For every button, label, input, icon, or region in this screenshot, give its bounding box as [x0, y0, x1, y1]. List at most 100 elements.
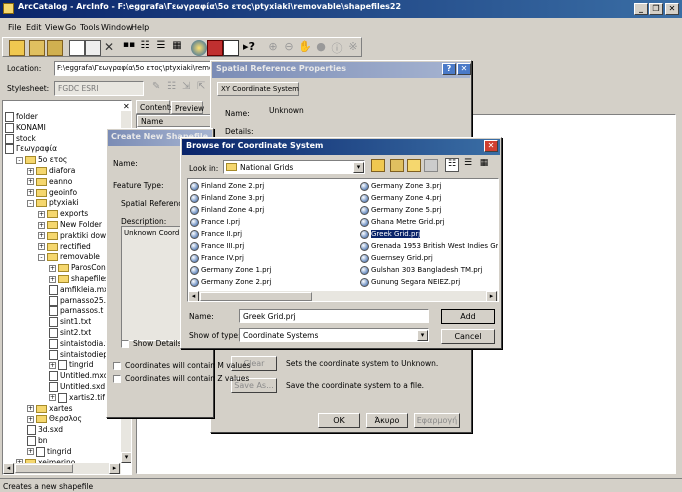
cs-coord-m[interactable]: Coordinates will contain M values	[113, 361, 251, 370]
tree-vscroll-down[interactable]: ▾	[121, 452, 131, 463]
cs-coord-z-checkbox[interactable]	[113, 375, 121, 383]
expand-icon[interactable]: +	[27, 415, 34, 423]
tab-preview[interactable]: Preview	[171, 101, 204, 114]
new-item-icon[interactable]	[424, 159, 438, 172]
file-list-hscroll[interactable]: ◂ ▸	[188, 291, 498, 301]
thumbnail-view-icon[interactable]: ▦	[477, 158, 491, 172]
tree-hscroll-left[interactable]: ◂	[3, 463, 14, 474]
cs-show-details[interactable]: Show Details	[121, 339, 182, 348]
expand-icon[interactable]: +	[38, 232, 45, 240]
expand-icon[interactable]: +	[27, 405, 34, 413]
delete-icon[interactable]: ✕	[101, 40, 117, 56]
tree-item[interactable]: Untitled.sxd	[49, 381, 105, 392]
copy-icon[interactable]	[69, 40, 85, 56]
browse-name-input[interactable]: Greek Grid.prj	[239, 309, 429, 323]
expand-icon[interactable]: +	[27, 189, 34, 197]
paste-icon[interactable]	[85, 40, 101, 56]
tree-item[interactable]: + xartis2.tif	[49, 392, 105, 403]
disconnect-folder-icon[interactable]	[47, 40, 63, 56]
file-list-item[interactable]: Germany Zone 1.prj	[190, 265, 271, 275]
tree-item[interactable]: + xartes	[27, 403, 73, 414]
file-list-item[interactable]: Gulshan 303 Bangladesh TM.prj	[360, 265, 483, 275]
browse-cancel-button[interactable]: Cancel	[441, 329, 495, 344]
create-thumbnail-icon[interactable]: ※	[345, 40, 361, 56]
arctoolbox-icon[interactable]	[207, 40, 223, 56]
tree-item[interactable]: + Θερσλος	[27, 413, 82, 424]
folder-up-icon[interactable]	[9, 40, 25, 56]
tree-item[interactable]: + tingrid	[27, 446, 71, 457]
tree-item[interactable]: parnasso25.(	[49, 295, 109, 306]
tree-item[interactable]: amfikleia.mxd	[49, 284, 113, 295]
file-hscroll-right[interactable]: ▸	[486, 291, 497, 301]
file-list[interactable]: Finland Zone 2.prj Finland Zone 3.prj Finl…	[187, 178, 499, 302]
expand-icon[interactable]: +	[27, 178, 34, 186]
collapse-icon[interactable]: -	[27, 199, 34, 207]
launch-arcmap-icon[interactable]	[191, 40, 207, 56]
tree-item[interactable]: + New Folder	[38, 219, 102, 230]
tree-hscroll[interactable]: ◂ ▸	[3, 463, 121, 474]
expand-icon[interactable]: +	[49, 264, 56, 272]
stylesheet-select[interactable]: FGDC ESRI	[54, 81, 144, 96]
tree-hscroll-right[interactable]: ▸	[109, 463, 120, 474]
browse-type-select[interactable]: Coordinate Systems ▾	[239, 328, 429, 342]
file-list-item[interactable]: France II.prj	[190, 229, 242, 239]
expand-icon[interactable]: +	[27, 167, 34, 175]
file-list-item[interactable]: Germany Zone 4.prj	[360, 193, 441, 203]
import-icon[interactable]: ⇲	[182, 81, 198, 97]
tree-item[interactable]: + tingrid	[49, 359, 93, 371]
tree-item[interactable]: sint2.txt	[49, 327, 91, 338]
sr-close-button[interactable]: ✕	[457, 63, 471, 75]
menu-tools[interactable]: Tools	[80, 23, 100, 32]
edit-metadata-icon[interactable]: ✎	[152, 81, 168, 97]
sr-cancel-button[interactable]: Άκυρο	[366, 413, 408, 428]
file-list-item[interactable]: Greek Grid.prj	[360, 229, 422, 239]
tree-item[interactable]: sintaistodiepi	[49, 349, 110, 360]
close-button[interactable]: ✕	[665, 3, 679, 15]
collapse-icon[interactable]: -	[38, 253, 45, 261]
identify-icon[interactable]: ⓘ	[329, 40, 345, 56]
browse-close-button[interactable]: ✕	[484, 140, 498, 152]
file-hscroll-thumb[interactable]	[200, 292, 312, 301]
tree-item[interactable]: + diafora	[27, 165, 75, 176]
file-list-item[interactable]: Guernsey Grid.prj	[360, 253, 433, 263]
connect-to-folder-icon[interactable]	[390, 159, 404, 172]
menu-help[interactable]: Help	[131, 23, 149, 32]
tree-item[interactable]: - removable	[38, 251, 100, 262]
file-list-item[interactable]: Germany Zone 5.prj	[360, 205, 441, 215]
list-view-icon[interactable]: ☷	[445, 158, 459, 172]
file-list-item[interactable]: Finland Zone 3.prj	[190, 193, 264, 203]
pan-icon[interactable]: ✋	[297, 40, 313, 56]
up-one-level-icon[interactable]	[371, 159, 385, 172]
expand-icon[interactable]: +	[38, 210, 45, 218]
properties-icon[interactable]: ☷	[167, 81, 183, 97]
tree-item[interactable]: sintaistodia.t	[49, 338, 109, 349]
full-extent-icon[interactable]: ●	[313, 40, 329, 56]
tab-contents[interactable]: Contents	[136, 100, 174, 114]
file-list-item[interactable]: Gunung Segara NEIEZ.prj	[360, 277, 460, 287]
tree-item[interactable]: stock	[5, 133, 36, 144]
sr-apply-button[interactable]: Εφαρμογή	[414, 413, 460, 428]
tree-item[interactable]: + geoinfo	[27, 187, 77, 198]
menu-file[interactable]: File	[8, 23, 21, 32]
tree-item[interactable]: - 5o ετος	[16, 154, 67, 165]
tab-xy-coordinate-system[interactable]: XY Coordinate System	[217, 82, 299, 96]
tree-item[interactable]: 3d.sxd	[27, 424, 63, 436]
expand-icon[interactable]: +	[49, 275, 56, 283]
tree-item[interactable]: bn	[27, 435, 48, 446]
connect-folder-icon[interactable]	[29, 40, 45, 56]
file-list-item[interactable]: Finland Zone 4.prj	[190, 205, 264, 215]
list-icon[interactable]: ☷	[137, 40, 153, 56]
tree-item[interactable]: - ptyxiaki	[27, 197, 79, 208]
zoom-out-icon[interactable]: ⊖	[281, 40, 297, 56]
zoom-in-icon[interactable]: ⊕	[265, 40, 281, 56]
file-list-item[interactable]: France IV.prj	[190, 253, 244, 263]
tree-item[interactable]: + eanno	[27, 176, 72, 187]
metadata-icon[interactable]	[223, 40, 239, 56]
expand-icon[interactable]: +	[49, 361, 56, 369]
add-button[interactable]: Add	[441, 309, 495, 324]
cs-show-details-checkbox[interactable]	[121, 340, 129, 348]
details-view-icon[interactable]: ☰	[461, 158, 475, 172]
menu-view[interactable]: View	[45, 23, 64, 32]
tree-item[interactable]: KONAMI	[5, 122, 46, 133]
type-dropdown-icon[interactable]: ▾	[417, 330, 428, 341]
